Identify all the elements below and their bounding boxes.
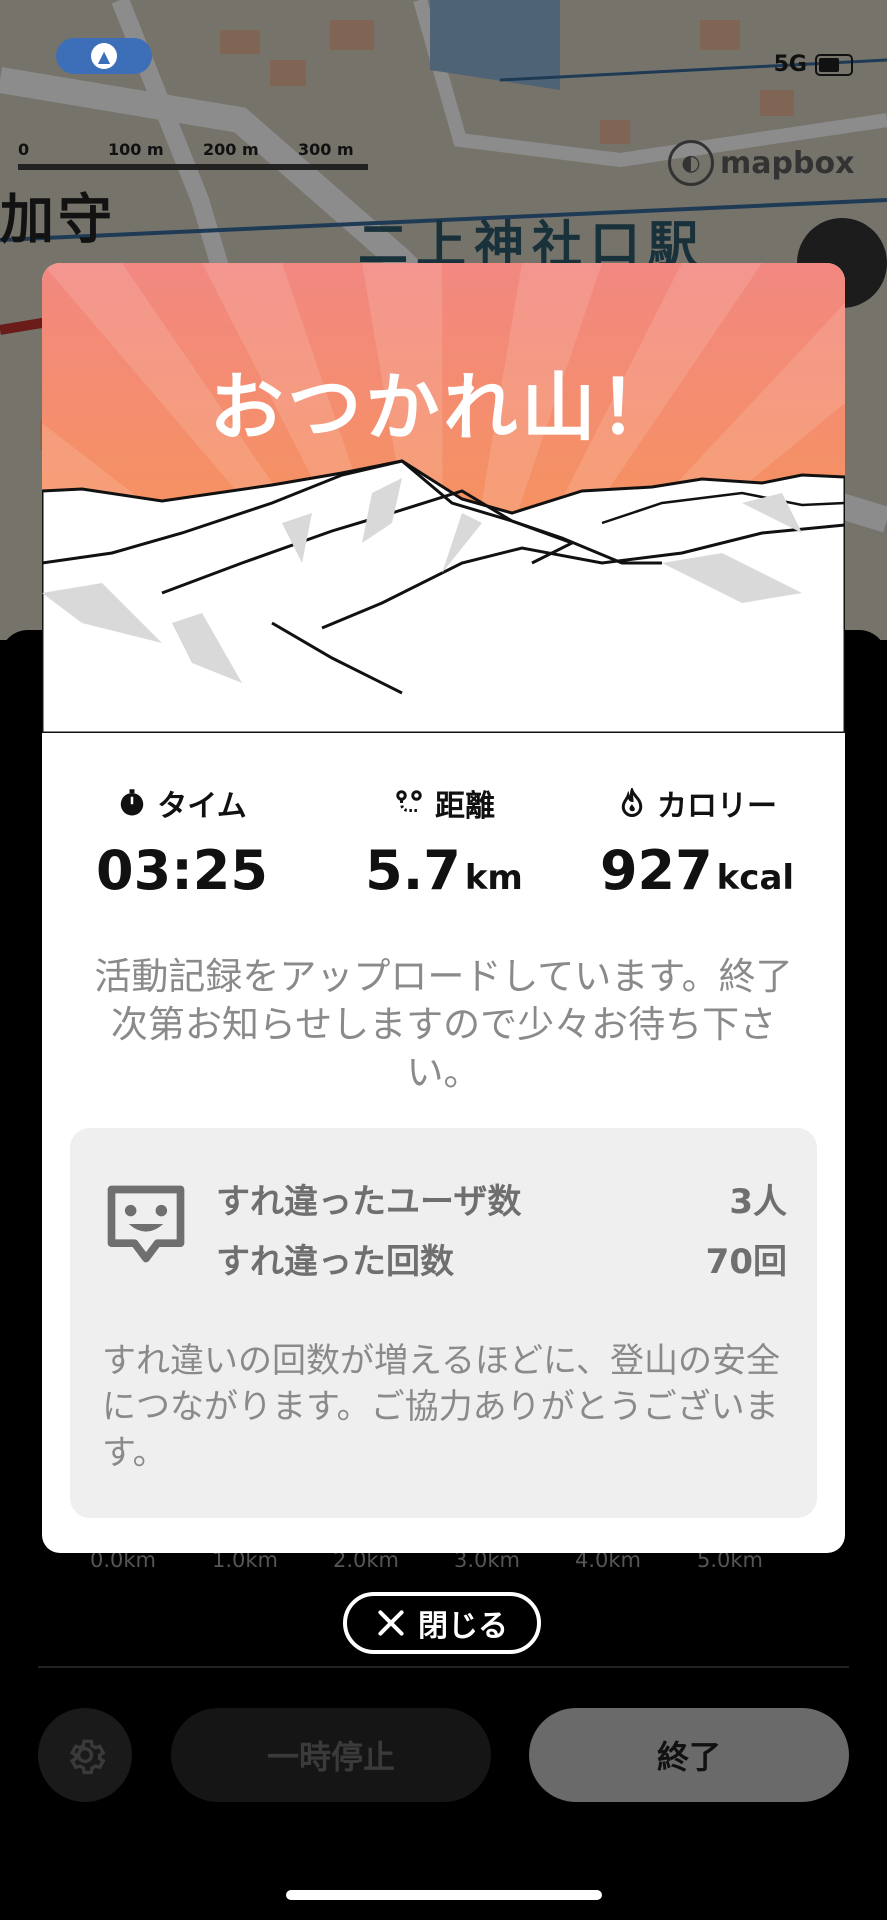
stat-value: 03:25: [96, 839, 268, 902]
divider: [38, 1666, 849, 1668]
scale-label: 200 m: [203, 140, 259, 159]
passing-stats: すれ違ったユーザ数 3人 すれ違った回数 70回: [216, 1168, 787, 1288]
passing-count-row: すれ違った回数 70回: [216, 1228, 787, 1288]
stat-label: 距離: [435, 789, 495, 824]
passing-count-value: 70回: [705, 1241, 787, 1282]
battery-icon: [815, 53, 853, 76]
stat-label: タイム: [157, 789, 247, 824]
location-pill[interactable]: ▲: [56, 38, 152, 74]
passing-users-row: すれ違ったユーザ数 3人: [216, 1168, 787, 1228]
status-bar: 5G: [774, 52, 853, 77]
stopwatch-icon: [121, 789, 144, 816]
scale-label: 300 m: [298, 140, 354, 159]
route-icon: [396, 790, 422, 812]
home-indicator: [286, 1890, 602, 1900]
stats-row: タイム 03:25 距離 5.7 km カロリー 927 kcal: [42, 781, 845, 911]
close-button[interactable]: 閉じる: [343, 1592, 541, 1654]
passing-users-value: 3人: [729, 1181, 787, 1222]
mountain-illustration: [42, 263, 845, 735]
map-scale: 0 100 m 200 m 300 m: [18, 140, 368, 170]
modal-title: おつかれ山！: [209, 365, 678, 451]
close-icon: [376, 1608, 406, 1638]
pause-button[interactable]: 一時停止: [171, 1708, 491, 1802]
mapbox-logo-icon: ◐: [668, 140, 714, 186]
end-button[interactable]: 終了: [529, 1708, 849, 1802]
scale-label: 0: [18, 140, 30, 159]
gear-icon: [69, 1739, 106, 1775]
stat-unit: kcal: [716, 858, 795, 898]
close-label: 閉じる: [418, 1609, 508, 1644]
scale-label: 100 m: [108, 140, 164, 159]
mapbox-label: mapbox: [720, 145, 855, 181]
stat-time: タイム 03:25: [52, 781, 312, 902]
stat-distance: 距離 5.7 km: [314, 781, 574, 902]
stat-calories: カロリー 927 kcal: [562, 781, 832, 902]
upload-message: 活動記録をアップロードしています。終了次第お知らせしますので少々お待ち下さい。: [94, 955, 793, 1094]
stat-unit: km: [464, 858, 523, 898]
stat-value: 5.7: [365, 839, 461, 902]
stat-value: 927: [599, 839, 713, 902]
passing-users-label: すれ違ったユーザ数: [216, 1181, 522, 1222]
passing-count-label: すれ違った回数: [216, 1241, 454, 1282]
passing-note: すれ違いの回数が増えるほどに、登山の安全につながります。ご協力ありがとうございま…: [102, 1341, 780, 1473]
stat-label: カロリー: [657, 789, 777, 824]
passing-info-box: すれ違ったユーザ数 3人 すれ違った回数 70回 すれ違いの回数が増えるほどに、…: [70, 1128, 817, 1518]
mapbox-attribution[interactable]: ◐ mapbox: [668, 140, 854, 186]
hero-banner: おつかれ山！: [42, 263, 845, 735]
scale-bar: [18, 164, 368, 170]
navigation-arrow-icon: ▲: [91, 43, 117, 69]
result-modal: おつかれ山！ タイム 03:25 距離 5.7 km カロリー 927 kcal…: [42, 263, 845, 1553]
flame-icon: [621, 788, 643, 817]
smiley-chat-icon: [107, 1185, 185, 1263]
network-indicator: 5G: [773, 52, 807, 77]
settings-button[interactable]: [38, 1708, 132, 1802]
